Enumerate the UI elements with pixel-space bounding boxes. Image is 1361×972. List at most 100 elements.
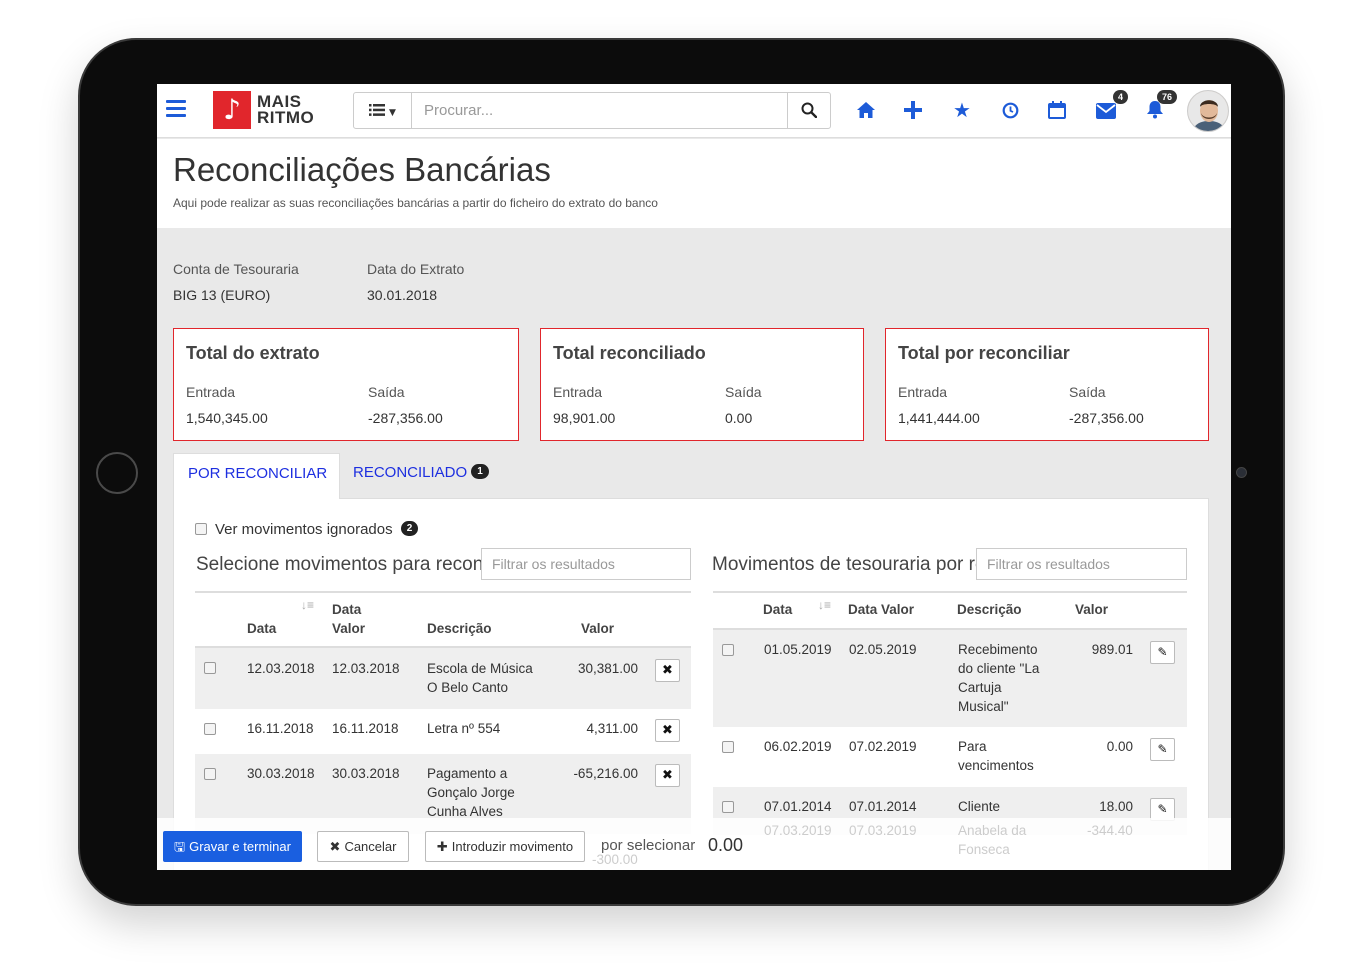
row-amount: 989.01 — [1091, 642, 1133, 657]
mail-count-badge: 4 — [1112, 90, 1128, 104]
table-row[interactable]: 12.03.2018 12.03.2018 Escola de Música O … — [195, 648, 691, 709]
card-total-statement: Total do extrato Entrada Saída 1,540,345… — [173, 328, 519, 441]
right-th-value-date[interactable]: Data Valor — [848, 600, 914, 619]
tablet-camera — [1236, 467, 1247, 478]
card-in-label: Entrada — [898, 384, 948, 400]
statement-date-label: Data do Extrato — [367, 261, 465, 277]
avatar[interactable] — [1187, 90, 1229, 132]
tab-reconciliado[interactable]: RECONCILIADO 1 — [353, 453, 523, 499]
bell-icon[interactable]: 76 — [1141, 90, 1177, 124]
faded-row-value-date: 07.03.2019 — [849, 823, 917, 838]
faded-row-date: 07.03.2019 — [764, 823, 832, 838]
remove-button[interactable]: ✖ — [655, 659, 680, 682]
search-scope-dropdown[interactable]: ▼ — [354, 93, 412, 128]
account-value: BIG 13 (EURO) — [173, 287, 271, 303]
app-screen: ♪ MAIS RITMO ▼ ★ — [157, 84, 1231, 870]
faded-row-description: Anabela da Fonseca — [958, 823, 1027, 857]
table-row[interactable]: 01.05.2019 02.05.2019 Recebimento do clie… — [713, 630, 1187, 727]
logo-mark: ♪ — [213, 91, 251, 129]
row-description: Pagamento a Gonçalo Jorge Cunha Alves — [427, 766, 515, 819]
right-th-date[interactable]: Data — [763, 600, 792, 619]
left-th-description[interactable]: Descrição — [427, 619, 492, 638]
star-icon[interactable]: ★ — [948, 96, 976, 124]
show-ignored-toggle[interactable]: Ver movimentos ignorados 2 — [195, 521, 419, 538]
left-section-title: Selecione movimentos para reconciliar — [196, 554, 482, 575]
right-table-top-border — [713, 591, 1187, 593]
row-value-date: 30.03.2018 — [332, 766, 400, 781]
row-checkbox[interactable] — [204, 768, 216, 780]
right-filter-input[interactable] — [976, 548, 1187, 580]
left-filter-input[interactable] — [481, 548, 691, 580]
row-amount: -65,216.00 — [573, 766, 638, 781]
tab-por-reconciliar[interactable]: POR RECONCILIAR — [173, 453, 340, 499]
row-value-date: 12.03.2018 — [332, 661, 400, 676]
show-ignored-label: Ver movimentos ignorados — [215, 521, 393, 538]
table-row[interactable]: 06.02.2019 07.02.2019 Para vencimentos 0.… — [713, 727, 1187, 787]
close-icon: ✖ — [662, 768, 673, 783]
tab-label: RECONCILIADO — [353, 464, 468, 481]
account-label: Conta de Tesouraria — [173, 261, 299, 277]
search-input[interactable] — [412, 93, 788, 128]
card-title: Total reconciliado — [553, 343, 706, 363]
search-button[interactable] — [787, 93, 830, 128]
show-ignored-checkbox[interactable] — [195, 523, 207, 535]
top-navbar: ♪ MAIS RITMO ▼ ★ — [157, 84, 1231, 138]
right-th-description[interactable]: Descrição — [957, 600, 1022, 619]
ignored-count-badge: 2 — [400, 521, 419, 536]
add-movement-button[interactable]: ✚ Introduzir movimento — [425, 831, 585, 862]
logo-text: MAIS RITMO — [257, 92, 315, 127]
search-group: ▼ — [353, 92, 831, 129]
home-icon[interactable] — [852, 96, 880, 124]
row-amount: 0.00 — [1106, 739, 1133, 754]
page-subtitle: Aqui pode realizar as suas reconciliaçõe… — [173, 196, 658, 210]
hamburger-icon[interactable] — [166, 100, 186, 118]
row-value-date: 07.02.2019 — [849, 739, 917, 754]
left-table-top-border — [195, 591, 691, 593]
statement-date-value: 30.01.2018 — [367, 287, 438, 303]
edit-button[interactable]: ✎ — [1150, 641, 1175, 664]
row-checkbox[interactable] — [722, 801, 734, 813]
action-footer: 07.03.2019 07.03.2019 Anabela da Fonseca … — [157, 818, 1231, 870]
card-out-label: Saída — [368, 384, 405, 400]
chevron-down-icon: ▼ — [388, 108, 396, 118]
row-checkbox[interactable] — [204, 723, 216, 735]
card-total-to-reconcile: Total por reconciliar Entrada Saída 1,44… — [885, 328, 1209, 441]
mail-icon[interactable]: 4 — [1092, 90, 1128, 124]
sort-icon[interactable]: ↓≡ — [301, 598, 314, 612]
card-in-label: Entrada — [186, 384, 236, 400]
row-value-date: 16.11.2018 — [332, 721, 399, 736]
row-description: Escola de Música O Belo Canto — [427, 661, 533, 695]
plus-icon[interactable] — [899, 96, 927, 124]
save-label: Gravar e terminar — [189, 839, 291, 854]
left-th-amount[interactable]: Valor — [581, 619, 614, 638]
card-in-value: 1,540,345.00 — [186, 410, 268, 426]
cancel-button[interactable]: ✖ Cancelar — [317, 831, 409, 862]
row-checkbox[interactable] — [204, 662, 216, 674]
row-checkbox[interactable] — [722, 644, 734, 656]
save-icon: 🖫 — [174, 840, 186, 855]
row-amount: 4,311.00 — [586, 721, 638, 736]
row-description: Cliente — [958, 799, 1001, 814]
plus-icon: ✚ — [436, 840, 448, 855]
calendar-icon[interactable] — [1043, 96, 1071, 124]
card-out-value: -287,356.00 — [368, 410, 443, 426]
remove-button[interactable]: ✖ — [655, 719, 680, 742]
table-row[interactable]: 16.11.2018 16.11.2018 Letra nº 554 4,311… — [195, 709, 691, 754]
row-checkbox[interactable] — [722, 741, 734, 753]
clock-icon[interactable] — [996, 96, 1024, 124]
card-out-value: 0.00 — [725, 410, 753, 426]
card-title: Total por reconciliar — [898, 343, 1070, 363]
left-th-date[interactable]: Data — [247, 619, 276, 638]
left-th-value-date[interactable]: Data Valor — [332, 600, 365, 638]
edit-icon: ✎ — [1157, 742, 1168, 756]
sort-icon[interactable]: ↓≡ — [818, 598, 831, 612]
save-and-finish-button[interactable]: 🖫 Gravar e terminar — [163, 831, 302, 862]
card-total-reconciled: Total reconciliado Entrada Saída 98,901.… — [540, 328, 864, 441]
card-in-value: 98,901.00 — [553, 410, 616, 426]
card-out-label: Saída — [725, 384, 762, 400]
remove-button[interactable]: ✖ — [655, 764, 680, 787]
row-date: 07.01.2014 — [764, 799, 832, 814]
edit-icon: ✎ — [1157, 802, 1168, 816]
edit-button[interactable]: ✎ — [1150, 738, 1175, 761]
right-th-amount[interactable]: Valor — [1075, 600, 1108, 619]
